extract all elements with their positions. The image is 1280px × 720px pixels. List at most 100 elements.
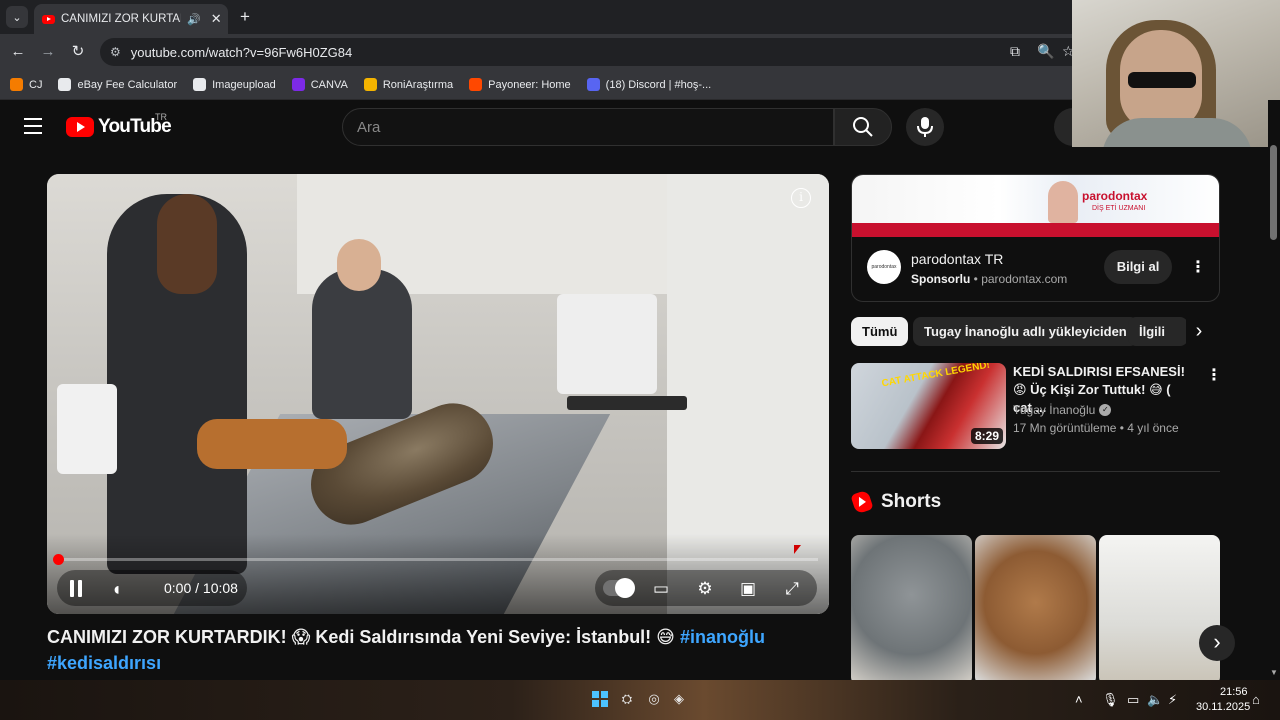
more-options-icon[interactable]: ⋮: [1206, 365, 1222, 385]
section-divider: [851, 471, 1220, 472]
video-title: CANIMIZI ZOR KURTARDIK! 😱 Kedi Saldırısı…: [47, 624, 827, 676]
keyboard: [567, 396, 687, 410]
zoom-icon[interactable]: 🔍: [1037, 43, 1054, 60]
youtube-play-icon: [66, 117, 94, 137]
bookmark-item[interactable]: CANVA: [291, 78, 348, 91]
bookmark-item[interactable]: (18) Discord | #hoş-...: [586, 78, 712, 91]
microphone-icon: [917, 117, 933, 137]
bookmark-favicon-icon: [291, 78, 305, 91]
ad-model: [1048, 181, 1078, 223]
ad-card[interactable]: parodontax DİŞ ETİ UZMANI parodontax par…: [851, 174, 1220, 302]
bookmark-favicon-icon: [469, 78, 483, 91]
steam-taskbar-icon[interactable]: ◈: [670, 690, 688, 708]
scrollbar-thumb[interactable]: [1270, 145, 1277, 240]
pause-button[interactable]: [63, 576, 89, 602]
progress-bar[interactable]: [58, 558, 818, 561]
suggested-channel[interactable]: Tugay İnanoğlu ✓: [1013, 403, 1112, 417]
progress-scrubber[interactable]: [53, 554, 64, 565]
bookmark-item[interactable]: CJ: [10, 78, 42, 91]
bookmark-label: Payoneer: Home: [488, 78, 571, 91]
mouse-cursor-icon: [794, 545, 801, 554]
more-options-icon[interactable]: ⋮: [1190, 257, 1206, 277]
tray-chevron-icon[interactable]: ˄: [1075, 692, 1083, 707]
advertiser-name[interactable]: parodontax TR: [911, 251, 1003, 267]
back-button[interactable]: ←: [8, 42, 28, 62]
new-tab-button[interactable]: +: [236, 8, 254, 26]
fullscreen-icon[interactable]: ⤢: [779, 576, 805, 602]
windows-start-icon[interactable]: [592, 691, 608, 707]
bookmark-item[interactable]: RoniAraştırma: [363, 78, 454, 91]
shorts-next-button[interactable]: ›: [1199, 625, 1235, 661]
search-button[interactable]: [834, 108, 892, 146]
info-icon[interactable]: i: [791, 188, 811, 208]
bookmark-label: eBay Fee Calculator: [77, 78, 178, 91]
youtube-favicon-icon: [42, 14, 55, 24]
reload-button[interactable]: ↻: [68, 42, 88, 62]
video-title-text: CANIMIZI ZOR KURTARDIK! 😱 Kedi Saldırısı…: [47, 627, 680, 647]
video-player[interactable]: i ◖ 0:00 / 10:08 ▭ ⚙ ▣ ⤢: [47, 174, 829, 614]
shorts-heading: Shorts: [881, 491, 942, 512]
verified-check-icon: ✓: [1099, 404, 1112, 416]
search-input[interactable]: Ara: [342, 108, 834, 146]
site-info-icon[interactable]: ⚙: [110, 45, 121, 59]
ad-domain: • parodontax.com: [970, 272, 1068, 286]
browser-tab-active[interactable]: CANIMIZI ZOR KURTARDIK 🔊 ✕: [34, 4, 228, 34]
bookmark-label: RoniAraştırma: [382, 78, 454, 91]
bookmark-favicon-icon: [363, 78, 377, 91]
chip-related[interactable]: İlgili: [1128, 317, 1188, 346]
woman-head: [337, 239, 381, 291]
close-tab-icon[interactable]: ✕: [211, 11, 222, 27]
guide-menu-button[interactable]: [24, 118, 42, 134]
chip-from-uploader[interactable]: Tugay İnanoğlu adlı yükleyiciden: [913, 317, 1138, 346]
taskbar-app-icon[interactable]: ⛭: [618, 690, 636, 708]
hashtag-link[interactable]: #inanoğlu: [680, 627, 765, 647]
search-placeholder: Ara: [357, 118, 381, 136]
bookmark-item[interactable]: Payoneer: Home: [469, 78, 571, 91]
autoplay-toggle[interactable]: [603, 578, 635, 598]
bookmark-label: (18) Discord | #hoş-...: [605, 78, 712, 91]
subtitles-icon[interactable]: ▭: [648, 576, 674, 602]
short-thumbnail[interactable]: [1099, 535, 1220, 685]
short-thumbnail[interactable]: [851, 535, 972, 685]
volume-icon[interactable]: ◖: [111, 576, 137, 602]
voice-search-button[interactable]: [906, 108, 944, 146]
ad-sponsored-line: Sponsorlu • parodontax.com: [911, 272, 1067, 286]
bookmark-label: Imageupload: [212, 78, 276, 91]
chevron-right-icon[interactable]: ›: [1186, 317, 1212, 346]
theater-mode-icon[interactable]: ▣: [735, 576, 761, 602]
tab-search-button[interactable]: ⌄: [6, 6, 28, 28]
search-icon: [853, 117, 873, 137]
video-duration-badge: 8:29: [971, 428, 1004, 444]
tray-microphone-icon[interactable]: 🎙: [1102, 692, 1119, 708]
clock-date[interactable]: 30.11.2025: [1196, 701, 1250, 713]
bookmark-favicon-icon: [58, 78, 72, 91]
bookmark-label: CANVA: [310, 78, 348, 91]
tray-battery-icon[interactable]: ⚡: [1168, 692, 1177, 708]
scroll-down-arrow-icon[interactable]: ▼: [1268, 668, 1280, 678]
clock-time[interactable]: 21:56: [1220, 686, 1248, 698]
short-thumbnail[interactable]: [975, 535, 1096, 685]
channel-name: Tugay İnanoğlu: [1013, 403, 1096, 417]
vet-woman: [312, 269, 412, 419]
learn-more-button[interactable]: Bilgi al: [1104, 250, 1172, 284]
advertiser-avatar[interactable]: parodontax: [867, 250, 901, 284]
forward-button[interactable]: →: [38, 42, 58, 62]
suggested-video-meta: 17 Mn görüntüleme • 4 yıl önce: [1013, 421, 1179, 435]
bookmark-item[interactable]: Imageupload: [193, 78, 276, 91]
tray-network-icon[interactable]: ▭: [1127, 692, 1139, 708]
chip-all[interactable]: Tümü: [851, 317, 909, 346]
bookmark-item[interactable]: eBay Fee Calculator: [58, 78, 177, 91]
vet-head: [157, 194, 217, 294]
ad-banner-stripe: [852, 223, 1219, 237]
notification-icon[interactable]: ⌂: [1252, 692, 1260, 707]
tray-volume-icon[interactable]: 🔈: [1147, 692, 1163, 708]
speaker-icon[interactable]: 🔊: [187, 13, 201, 26]
spray-bottle: [57, 384, 117, 474]
hashtag-link[interactable]: #kedisaldırısı: [47, 653, 161, 673]
ad-banner-brand: parodontax: [1082, 189, 1148, 203]
settings-gear-icon[interactable]: ⚙: [692, 576, 718, 602]
chrome-taskbar-icon[interactable]: ◎: [645, 690, 663, 708]
tab-title: CANIMIZI ZOR KURTARDIK: [61, 13, 181, 25]
install-app-icon[interactable]: ⧉: [1010, 43, 1020, 60]
address-bar[interactable]: ⚙ youtube.com/watch?v=96Fw6H0ZG84: [100, 38, 1090, 66]
